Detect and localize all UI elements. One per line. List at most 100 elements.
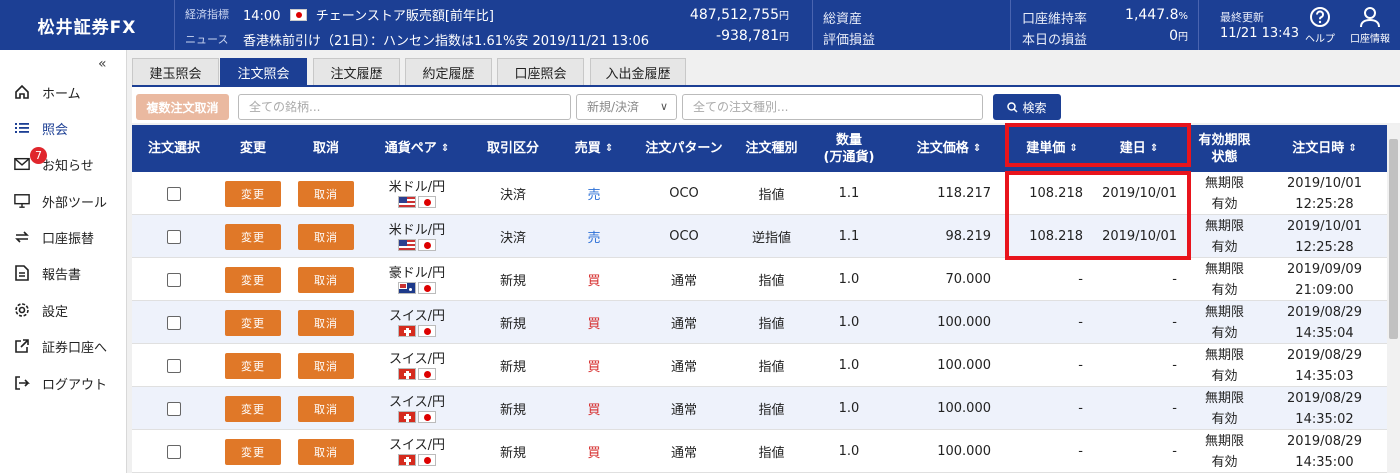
sidebar-item-home[interactable]: ホーム xyxy=(0,77,127,107)
currency-pair: スイス/円 xyxy=(389,351,445,367)
modify-order-button[interactable]: 変更 xyxy=(225,395,281,422)
expiry-cell: 無期限 有効 xyxy=(1204,433,1244,470)
cancel-order-button[interactable]: 取消 xyxy=(298,223,354,250)
jp-flag-icon xyxy=(418,410,436,423)
modify-order-button[interactable]: 変更 xyxy=(225,223,281,250)
currency-pair-cell: スイス/円 xyxy=(362,387,472,430)
trade-type-select[interactable]: 新規/決済 ∨ xyxy=(576,94,677,120)
order-select-checkbox[interactable] xyxy=(167,272,181,287)
jp-flag-icon xyxy=(418,195,436,208)
sidebar-item-inquiry[interactable]: 照会 xyxy=(0,113,127,143)
highlight-box-rows xyxy=(1005,171,1191,260)
table-row: 変更 取消 スイス/円 新規 買 通常 指値 1.0 100.000 - - 無期限 有効 2019/08… xyxy=(132,301,1387,344)
sidebar-item-logout[interactable]: ログアウト xyxy=(0,368,127,398)
tab-order-history[interactable]: 注文履歴 xyxy=(313,58,400,85)
account-info-button[interactable]: 口座情報 xyxy=(1346,4,1394,48)
scrollbar[interactable] xyxy=(1387,125,1400,473)
trade-type-cell: 新規 xyxy=(499,360,526,375)
modify-order-button[interactable]: 変更 xyxy=(225,309,281,336)
news-label: ニュース xyxy=(185,33,229,46)
order-kind-cell: 指値 xyxy=(758,188,785,203)
modify-order-button[interactable]: 変更 xyxy=(225,438,281,465)
price-cell: 118.217 xyxy=(937,186,991,201)
search-button[interactable]: 検索 xyxy=(993,94,1061,120)
currency-pair: スイス/円 xyxy=(389,394,445,410)
order-select-checkbox[interactable] xyxy=(167,186,181,201)
tab-positions[interactable]: 建玉照会 xyxy=(132,58,219,85)
side-cell: 買 xyxy=(587,360,601,375)
logout-icon xyxy=(14,375,30,391)
currency-pair: スイス/円 xyxy=(389,308,445,324)
sort-icon: ⇕ xyxy=(972,143,982,154)
order-select-checkbox[interactable] xyxy=(167,444,181,459)
tab-account-inquiry[interactable]: 口座照会 xyxy=(497,58,584,85)
currency-pair: 豪ドル/円 xyxy=(388,265,446,281)
sort-icon: ⇕ xyxy=(604,143,614,154)
order-select-checkbox[interactable] xyxy=(167,229,181,244)
table-header: 注文選択 変更 取消 通貨ペア ⇕ 取引区分 売買 ⇕ 注文パターン 注文種別 数量… xyxy=(132,125,1387,172)
price-cell: 100.000 xyxy=(937,358,991,373)
table-row: 変更 取消 スイス/円 新規 買 通常 指値 1.0 100.000 - - 無期限 有効 2019/08… xyxy=(132,430,1387,473)
expiry-cell: 無期限 有効 xyxy=(1204,347,1244,384)
price-cell: 100.000 xyxy=(937,315,991,330)
tab-execution-history[interactable]: 約定履歴 xyxy=(405,58,492,85)
sidebar-item-reports[interactable]: 報告書 xyxy=(0,258,127,288)
scrollbar-thumb[interactable] xyxy=(1389,139,1398,339)
help-button[interactable]: ヘルプ xyxy=(1296,4,1344,48)
external-link-icon xyxy=(14,338,30,354)
cancel-order-button[interactable]: 取消 xyxy=(298,266,354,293)
tab-orders[interactable]: 注文照会 xyxy=(220,58,307,85)
modify-order-button[interactable]: 変更 xyxy=(225,352,281,379)
col-header-price[interactable]: 注文価格 ⇕ xyxy=(889,125,1009,172)
trade-type-cell: 新規 xyxy=(499,274,526,289)
price-cell: 98.219 xyxy=(945,229,992,244)
sidebar-item-label: 証券口座へ xyxy=(42,340,108,356)
bulk-cancel-button[interactable]: 複数注文取消 xyxy=(136,94,229,120)
document-icon xyxy=(14,265,30,281)
col-header-side[interactable]: 売買 ⇕ xyxy=(554,125,634,172)
cancel-order-button[interactable]: 取消 xyxy=(298,352,354,379)
quantity-cell: 1.0 xyxy=(838,358,860,373)
symbol-filter-input[interactable]: 全ての銘柄... xyxy=(238,94,571,120)
cancel-order-button[interactable]: 取消 xyxy=(298,180,354,207)
order-type-filter-input[interactable]: 全ての注文種別... xyxy=(682,94,983,120)
sidebar-item-external-tools[interactable]: 外部ツール xyxy=(0,186,127,216)
order-datetime-cell: 2019/08/29 14:35:03 xyxy=(1287,347,1362,384)
col-header-cancel: 取消 xyxy=(312,141,339,156)
divider xyxy=(1010,0,1011,50)
col-header-order-datetime[interactable]: 注文日時 ⇕ xyxy=(1262,125,1387,172)
sidebar-item-account-transfer[interactable]: 口座振替 xyxy=(0,222,127,252)
side-cell: 買 xyxy=(587,446,601,461)
sidebar-item-label: 外部ツール xyxy=(42,195,108,211)
cancel-order-button[interactable]: 取消 xyxy=(298,309,354,336)
mail-icon xyxy=(14,156,30,172)
modify-order-button[interactable]: 変更 xyxy=(225,266,281,293)
side-cell: 売 xyxy=(587,231,601,246)
modify-order-button[interactable]: 変更 xyxy=(225,180,281,207)
news-ticker[interactable]: 香港株前引け（21日）：ハンセン指数は1.61%安 2019/11/21 13:… xyxy=(243,30,649,49)
col-header-pair[interactable]: 通貨ペア ⇕ xyxy=(362,125,472,172)
order-select-checkbox[interactable] xyxy=(167,315,181,330)
unrealized-pl-label: 評価損益 xyxy=(823,33,876,48)
economic-indicator-ticker[interactable]: 14:00 チェーンストア販売額[前年比] xyxy=(243,5,494,24)
divider xyxy=(812,0,813,50)
brand-logo[interactable]: 松井証券FX xyxy=(0,0,175,50)
pattern-cell: 通常 xyxy=(670,360,697,375)
trade-type-cell: 新規 xyxy=(499,446,526,461)
col-header-modify: 変更 xyxy=(239,141,266,156)
cancel-order-button[interactable]: 取消 xyxy=(298,395,354,422)
quantity-cell: 1.0 xyxy=(838,315,860,330)
price-cell: 100.000 xyxy=(937,401,991,416)
pattern-cell: 通常 xyxy=(670,446,697,461)
cancel-order-button[interactable]: 取消 xyxy=(298,438,354,465)
tab-deposit-history[interactable]: 入出金履歴 xyxy=(590,58,686,85)
sidebar-item-securities-account[interactable]: 証券口座へ xyxy=(0,331,127,361)
order-select-checkbox[interactable] xyxy=(167,401,181,416)
sidebar-item-notices[interactable]: 7 お知らせ xyxy=(0,147,127,179)
jp-flag-icon xyxy=(418,324,436,337)
collapse-sidebar-icon[interactable]: « xyxy=(98,56,107,72)
order-select-checkbox[interactable] xyxy=(167,358,181,373)
currency-pair-cell: スイス/円 xyxy=(362,344,472,387)
sidebar-item-settings[interactable]: 設定 xyxy=(0,295,127,325)
entry-date-cell: - xyxy=(1172,358,1177,373)
